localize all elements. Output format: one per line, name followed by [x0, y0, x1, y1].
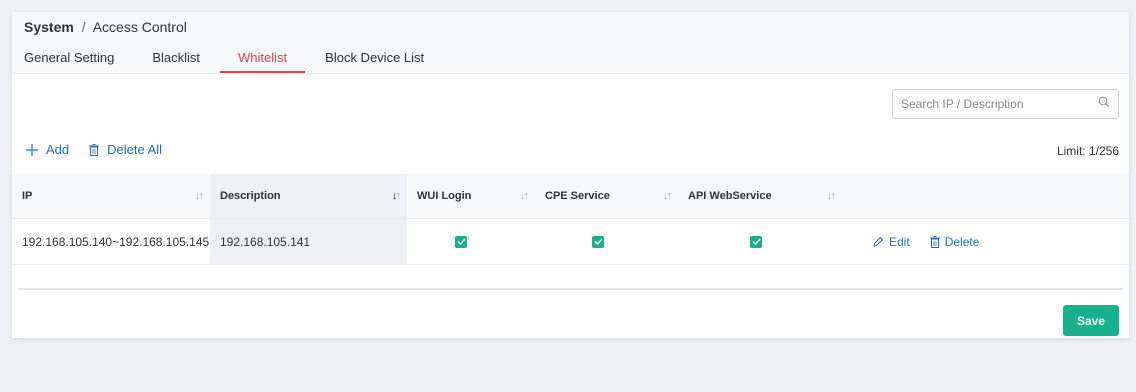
tab-blacklist[interactable]: Blacklist: [152, 42, 200, 73]
search-input[interactable]: [901, 97, 1098, 111]
column-label-ip: IP: [22, 190, 33, 202]
column-label-description: Description: [220, 190, 281, 202]
toolbar: Add Delete All: [26, 142, 182, 157]
trash-icon: [89, 143, 100, 156]
cell-actions: Edit Delete: [842, 219, 999, 264]
sort-icon[interactable]: ↓↑: [195, 190, 204, 202]
sort-icon[interactable]: ↓↑: [663, 190, 672, 202]
sort-icon[interactable]: ↓↑: [520, 190, 529, 202]
column-label-wui-login: WUI Login: [417, 190, 472, 202]
cpe-service-checkbox[interactable]: [592, 235, 604, 248]
search-icon[interactable]: [1098, 95, 1110, 113]
api-webservice-checkbox[interactable]: [750, 235, 762, 248]
breadcrumb-separator: /: [81, 19, 86, 35]
access-control-panel: System / Access Control General Setting …: [12, 12, 1129, 338]
cell-api-webservice: [678, 219, 842, 264]
add-label: Add: [46, 142, 70, 157]
sort-icon[interactable]: ↓↑: [827, 190, 836, 202]
tab-bar: General Setting Blacklist Whitelist Bloc…: [12, 42, 1129, 74]
column-label-api-webservice: API WebService: [688, 190, 772, 202]
limit-counter: Limit: 1/256: [1056, 144, 1119, 158]
wui-login-checkbox[interactable]: [455, 235, 467, 248]
column-header-wui-login[interactable]: WUI Login ↓↑: [407, 174, 535, 218]
table-header: IP ↓↑ Description ↓↑ WUI Login ↓↑ CPE Se…: [12, 174, 1129, 219]
column-header-cpe-service[interactable]: CPE Service ↓↑: [535, 174, 678, 218]
cell-ip: 192.168.105.140~192.168.105.145: [22, 234, 210, 249]
trash-icon: [929, 235, 940, 248]
divider: [18, 288, 1123, 290]
plus-icon: [26, 143, 38, 156]
add-button[interactable]: Add: [26, 142, 69, 157]
delete-button[interactable]: Delete: [929, 234, 980, 249]
delete-all-button[interactable]: Delete All: [89, 142, 162, 157]
column-header-description[interactable]: Description ↓↑: [210, 174, 407, 218]
save-button[interactable]: Save: [1063, 305, 1119, 336]
edit-label: Edit: [889, 234, 910, 249]
column-header-api-webservice[interactable]: API WebService ↓↑: [678, 174, 842, 218]
sort-desc-icon[interactable]: ↓↑: [392, 190, 401, 202]
delete-all-label: Delete All: [107, 142, 163, 157]
table-row: 192.168.105.140~192.168.105.145 192.168.…: [12, 219, 1129, 265]
cell-cpe-service: [535, 219, 678, 264]
cell-description: 192.168.105.141: [210, 219, 407, 264]
column-label-cpe-service: CPE Service: [545, 190, 610, 202]
breadcrumb: System / Access Control: [12, 12, 1129, 42]
whitelist-table: IP ↓↑ Description ↓↑ WUI Login ↓↑ CPE Se…: [12, 174, 1129, 265]
breadcrumb-current: Access Control: [92, 19, 187, 35]
delete-label: Delete: [944, 234, 980, 249]
pencil-icon: [873, 236, 884, 247]
search-box: [892, 89, 1119, 119]
edit-button[interactable]: Edit: [872, 235, 910, 249]
tab-block-device-list[interactable]: Block Device List: [325, 42, 424, 73]
breadcrumb-system[interactable]: System: [24, 19, 74, 35]
cell-wui-login: [407, 219, 535, 264]
tab-general-setting[interactable]: General Setting: [24, 42, 114, 73]
tab-whitelist[interactable]: Whitelist: [219, 42, 306, 73]
column-header-ip[interactable]: IP ↓↑: [12, 174, 210, 218]
